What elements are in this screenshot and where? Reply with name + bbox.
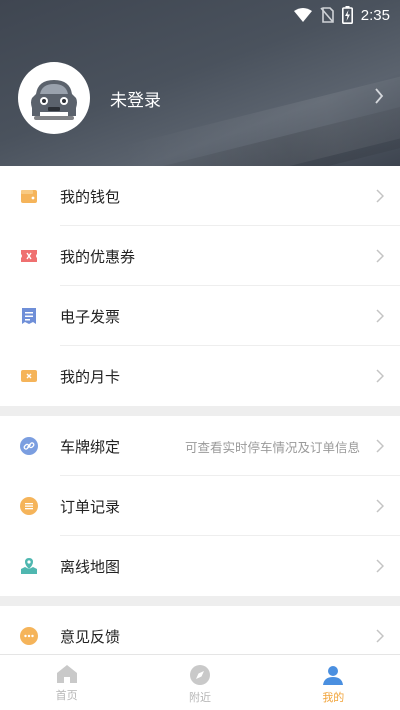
- menu-group-services: 车牌绑定 可查看实时停车情况及订单信息 订单记录 离线地图: [0, 416, 400, 596]
- link-icon: [20, 437, 38, 455]
- menu-item-label: 我的优惠券: [60, 247, 136, 266]
- wallet-icon: [21, 190, 37, 203]
- menu-item-hint: 可查看实时停车情况及订单信息: [184, 439, 360, 455]
- profile-header: 2:35 未登录: [0, 0, 400, 166]
- avatar[interactable]: [18, 62, 90, 134]
- tab-home[interactable]: 首页: [0, 655, 133, 710]
- chevron-right-icon: [376, 499, 384, 513]
- bottom-tab-bar: 首页 附近 我的: [0, 654, 400, 710]
- chevron-right-icon: [376, 629, 384, 643]
- menu-group-account: 我的钱包 我的优惠券 电子发票 我的月卡: [0, 166, 400, 406]
- chevron-right-icon: [376, 249, 384, 263]
- menu-item-invoice[interactable]: 电子发票: [0, 286, 400, 346]
- login-status-text[interactable]: 未登录: [110, 86, 161, 111]
- tab-label: 首页: [55, 689, 78, 702]
- section-separator: [0, 596, 400, 606]
- status-bar: 2:35: [293, 6, 390, 24]
- menu-item-label: 订单记录: [60, 497, 121, 516]
- coupon-icon: [21, 250, 37, 262]
- menu-item-offline-map[interactable]: 离线地图: [0, 536, 400, 596]
- chevron-right-icon: [376, 559, 384, 573]
- menu-item-label: 意见反馈: [60, 627, 121, 646]
- menu-item-label: 我的钱包: [60, 187, 121, 206]
- no-sim-icon: [320, 7, 334, 23]
- list-icon: [20, 497, 38, 515]
- tab-nearby[interactable]: 附近: [133, 655, 266, 710]
- tab-mine[interactable]: 我的: [267, 655, 400, 710]
- menu-item-wallet[interactable]: 我的钱包: [0, 166, 400, 226]
- menu-item-label: 电子发票: [60, 307, 121, 326]
- menu-item-order-history[interactable]: 订单记录: [0, 476, 400, 536]
- menu-item-plate-binding[interactable]: 车牌绑定 可查看实时停车情况及订单信息: [0, 416, 400, 476]
- menu-item-coupons[interactable]: 我的优惠券: [0, 226, 400, 286]
- invoice-icon: [22, 308, 36, 324]
- menu-item-label: 离线地图: [60, 557, 121, 576]
- map-icon: [21, 558, 37, 574]
- battery-charging-icon: [341, 6, 353, 24]
- car-avatar-icon: [31, 80, 77, 120]
- home-icon: [56, 665, 77, 683]
- chevron-right-icon: [376, 309, 384, 323]
- tab-label: 附近: [188, 691, 211, 704]
- compass-icon: [189, 665, 210, 685]
- menu-item-label: 车牌绑定: [60, 437, 121, 456]
- user-icon: [323, 666, 344, 685]
- menu-item-monthly-card[interactable]: 我的月卡: [0, 346, 400, 406]
- tab-label: 我的: [322, 691, 345, 704]
- chevron-right-icon: [376, 369, 384, 383]
- wifi-icon: [293, 8, 312, 22]
- status-time: 2:35: [360, 6, 390, 24]
- section-separator: [0, 406, 400, 416]
- menu-item-label: 我的月卡: [60, 367, 121, 386]
- card-icon: [21, 370, 37, 382]
- chevron-right-icon[interactable]: [374, 88, 384, 104]
- feedback-icon: [20, 627, 38, 645]
- chevron-right-icon: [376, 439, 384, 453]
- chevron-right-icon: [376, 189, 384, 203]
